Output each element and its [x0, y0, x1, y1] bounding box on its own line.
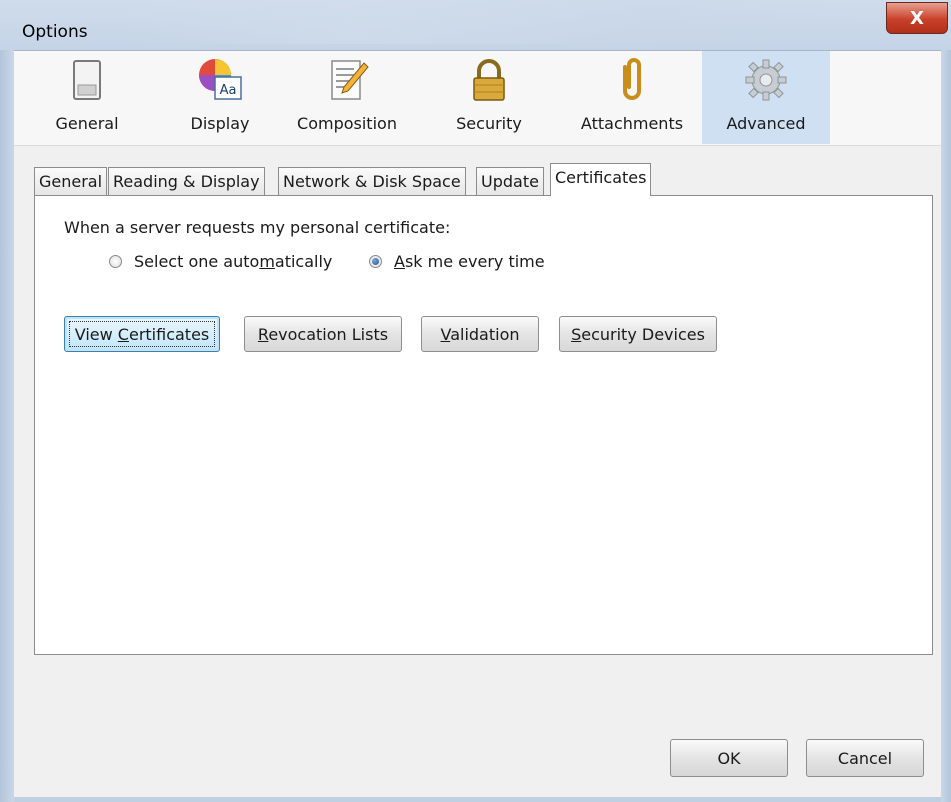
color-font-icon: Aa	[197, 57, 243, 103]
tab-certificates[interactable]: Certificates	[550, 163, 652, 196]
radio-ask-every-time-label: Ask me every time	[394, 252, 545, 271]
cancel-label: Cancel	[837, 748, 893, 768]
revocation-lists-label: Revocation Lists	[257, 324, 389, 344]
toolbar-display-label: Display	[190, 114, 250, 133]
toolbar-display-button[interactable]: Aa Display	[174, 51, 266, 144]
toolbar-general-label: General	[55, 114, 119, 133]
toolbar-advanced-button[interactable]: Advanced	[702, 51, 830, 144]
certificates-panel: When a server requests my personal certi…	[34, 195, 933, 655]
toolbar-composition-label: Composition	[297, 114, 397, 133]
gear-icon	[743, 57, 789, 103]
certificate-prompt: When a server requests my personal certi…	[64, 218, 451, 237]
radio-ask-every-time-button[interactable]	[369, 255, 382, 268]
toolbar-general-button[interactable]: General	[38, 51, 136, 144]
validation-label: Validation	[440, 324, 520, 344]
close-button[interactable]: X	[886, 2, 948, 34]
radio-ask-every-time[interactable]: Ask me every time	[369, 252, 545, 271]
tab-update[interactable]: Update	[476, 167, 544, 195]
tab-update-label: Update	[481, 172, 539, 191]
toolbar-attachments-button[interactable]: Attachments	[570, 51, 694, 144]
toolbar-composition-button[interactable]: Composition	[284, 51, 410, 144]
window-right-border	[941, 50, 951, 802]
tab-certificates-label: Certificates	[555, 168, 647, 187]
radio-select-automatically-label: Select one automatically	[134, 252, 333, 271]
window-title: Options	[22, 22, 88, 42]
focus-ring	[69, 321, 215, 347]
title-bar[interactable]: Options X	[0, 0, 951, 50]
title-bar-background	[120, 0, 880, 44]
security-devices-label: Security Devices	[571, 324, 705, 344]
tab-reading-display[interactable]: Reading & Display	[108, 167, 265, 195]
radio-select-automatically[interactable]: Select one automatically	[109, 252, 332, 271]
switch-icon	[64, 57, 110, 103]
tab-general[interactable]: General	[34, 167, 108, 195]
window-left-border	[0, 50, 14, 802]
validation-button[interactable]: Validation	[421, 316, 539, 352]
close-icon: X	[910, 7, 924, 29]
toolbar-attachments-label: Attachments	[580, 114, 684, 133]
revocation-lists-button[interactable]: Revocation Lists	[244, 316, 402, 352]
paperclip-icon	[609, 57, 655, 103]
category-toolbar: General Aa Display Composition Security …	[14, 51, 941, 146]
toolbar-advanced-label: Advanced	[726, 114, 806, 133]
toolbar-security-button[interactable]: Security	[444, 51, 534, 144]
tab-general-label: General	[39, 172, 103, 191]
ok-label: OK	[717, 748, 741, 768]
tab-network-disk-space[interactable]: Network & Disk Space	[278, 167, 466, 195]
options-window: Options X General Aa Display Composition…	[0, 0, 951, 802]
padlock-icon	[466, 57, 512, 103]
svg-text:Aa: Aa	[220, 83, 237, 98]
toolbar-security-label: Security	[456, 114, 522, 133]
cancel-button[interactable]: Cancel	[806, 739, 924, 777]
pencil-document-icon	[324, 57, 370, 103]
ok-button[interactable]: OK	[670, 739, 788, 777]
security-devices-button[interactable]: Security Devices	[559, 316, 717, 352]
view-certificates-button[interactable]: View Certificates	[64, 316, 220, 352]
dialog-client-area: General Aa Display Composition Security …	[14, 50, 941, 797]
tab-reading-display-label: Reading & Display	[113, 172, 260, 191]
tab-network-disk-space-label: Network & Disk Space	[283, 172, 461, 191]
radio-select-automatically-button[interactable]	[109, 255, 122, 268]
